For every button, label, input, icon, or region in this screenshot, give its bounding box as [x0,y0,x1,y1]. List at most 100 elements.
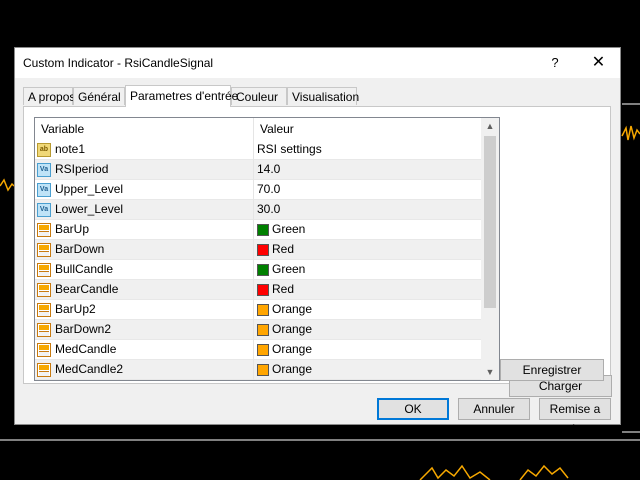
color-icon [37,302,51,317]
grid-row[interactable]: Va Lower_Level 30.0 [35,200,481,220]
parameters-grid: Variable Valeur ab note1 RSI settings Va RSI… [34,117,500,381]
value-text: Orange [272,342,313,356]
variable-name: BarUp2 [55,302,96,316]
scrollbar-thumb[interactable] [484,136,496,308]
grid-row[interactable]: MedCandle2 Orange [35,360,481,380]
variable-cell[interactable]: BullCandle [35,260,254,280]
scroll-down-icon[interactable]: ▼ [481,364,499,380]
grid-row[interactable]: MedCandle Orange [35,340,481,360]
color-swatch [257,223,269,236]
variable-cell[interactable]: MedCandle2 [35,360,254,380]
scroll-up-icon[interactable]: ▲ [481,118,499,134]
title-bar[interactable]: Custom Indicator - RsiCandleSignal ? ✕ [15,48,620,78]
value-cell[interactable]: RSI settings [254,140,481,160]
value-cell[interactable]: Green [254,220,481,240]
color-icon [37,342,51,357]
value-text: Green [272,222,306,236]
variable-name: MedCandle [55,342,117,356]
variable-cell[interactable]: Va Upper_Level [35,180,254,200]
variable-cell[interactable]: BarUp [35,220,254,240]
value-cell[interactable]: Red [254,240,481,260]
tab-a-propos[interactable]: A propos [23,87,75,105]
close-button[interactable]: ✕ [577,48,620,78]
text-icon: ab [37,142,51,157]
tab-couleur[interactable]: Couleur [231,87,287,105]
value-icon: Va [37,162,51,177]
variable-cell[interactable]: BarDown [35,240,254,260]
variable-name: RSIperiod [55,162,109,176]
grid-row[interactable]: BarDown Red [35,240,481,260]
value-cell[interactable]: Red [254,280,481,300]
variable-name: BarDown2 [55,322,112,336]
grid-row[interactable]: BarUp Green [35,220,481,240]
value-cell[interactable]: Orange [254,300,481,320]
cancel-button[interactable]: Annuler [458,398,530,420]
value-cell[interactable]: 14.0 [254,160,481,180]
value-text: Orange [272,322,313,336]
variable-name: Upper_Level [55,182,124,196]
save-button[interactable]: Enregistrer [500,359,604,381]
grid-row[interactable]: Va RSIperiod 14.0 [35,160,481,180]
value-text: 70.0 [257,182,281,196]
value-cell[interactable]: Green [254,260,481,280]
color-swatch [257,363,269,376]
column-header-variable[interactable]: Variable [35,118,254,140]
grid-header: Variable Valeur [35,118,481,140]
variable-name: BarDown [55,242,105,256]
variable-name: BarUp [55,222,90,236]
color-icon [37,262,51,277]
value-text: Orange [272,362,313,376]
custom-indicator-dialog: Custom Indicator - RsiCandleSignal ? ✕ A… [14,47,621,436]
color-icon [37,242,51,257]
variable-name: BearCandle [55,282,119,296]
tab-visualisation[interactable]: Visualisation [287,87,359,105]
color-swatch [257,283,269,296]
grid-row[interactable]: BarUp2 Orange [35,300,481,320]
window-title: Custom Indicator - RsiCandleSignal [23,56,214,70]
variable-name: Lower_Level [55,202,124,216]
variable-cell[interactable]: BarUp2 [35,300,254,320]
grid-row[interactable]: BearCandle Red [35,280,481,300]
color-swatch [257,343,269,356]
reset-button[interactable]: Remise a zéro [539,398,611,436]
color-icon [37,282,51,297]
value-text: Green [272,262,306,276]
ok-button[interactable]: OK [377,398,449,420]
grid-row[interactable]: BullCandle Green [35,260,481,280]
value-cell[interactable]: Orange [254,340,481,360]
column-header-value[interactable]: Valeur [254,118,481,140]
color-icon [37,322,51,337]
variable-cell[interactable]: BearCandle [35,280,254,300]
value-text: Red [272,242,295,256]
vertical-scrollbar[interactable]: ▲ ▼ [481,118,499,380]
variable-name: BullCandle [55,262,114,276]
value-text: Orange [272,302,313,316]
color-icon [37,222,51,237]
variable-cell[interactable]: ab note1 [35,140,254,160]
grid-rows: ab note1 RSI settings Va RSIperiod 14.0 Va Uppe… [35,140,481,380]
value-text: 30.0 [257,202,281,216]
tab-panel: Variable Valeur ab note1 RSI settings Va RSI… [23,106,612,397]
value-icon: Va [37,182,51,197]
value-cell[interactable]: 70.0 [254,180,481,200]
variable-name: note1 [55,142,86,156]
value-text: 14.0 [257,162,281,176]
tab-parametres-entree[interactable]: Parametres d'entrée [125,85,238,107]
value-cell[interactable]: 30.0 [254,200,481,220]
tab-general[interactable]: Général [73,87,125,105]
grid-row[interactable]: BarDown2 Orange [35,320,481,340]
variable-cell[interactable]: Va RSIperiod [35,160,254,180]
help-button[interactable]: ? [535,48,575,78]
variable-cell[interactable]: Va Lower_Level [35,200,254,220]
value-cell[interactable]: Orange [254,360,481,380]
grid-row[interactable]: ab note1 RSI settings [35,140,481,160]
color-swatch [257,243,269,256]
variable-cell[interactable]: BarDown2 [35,320,254,340]
color-icon [37,362,51,377]
color-swatch [257,263,269,276]
variable-cell[interactable]: MedCandle [35,340,254,360]
color-swatch [257,323,269,336]
grid-row[interactable]: Va Upper_Level 70.0 [35,180,481,200]
value-icon: Va [37,202,51,217]
value-cell[interactable]: Orange [254,320,481,340]
